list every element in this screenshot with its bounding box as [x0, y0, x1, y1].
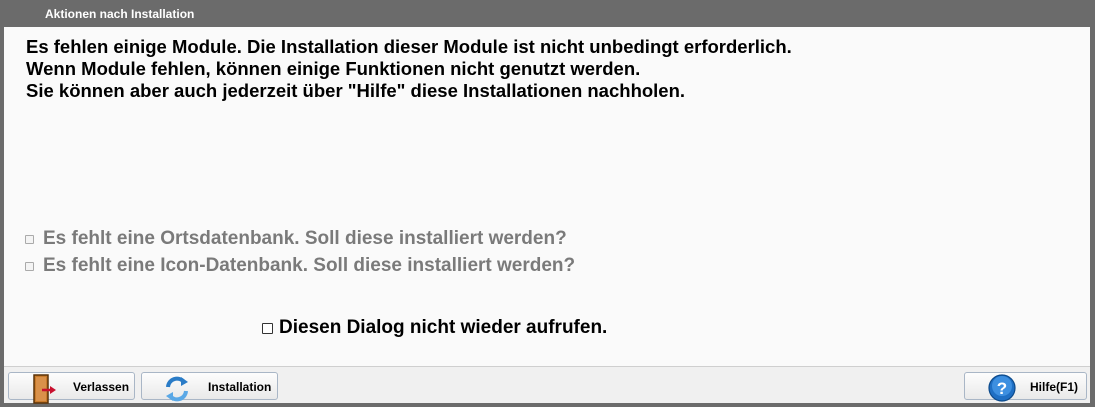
- ortsdatenbank-label: Es fehlt eine Ortsdatenbank. Soll diese …: [43, 228, 567, 249]
- message-line-3: Sie können aber auch jederzeit über "Hil…: [26, 80, 686, 101]
- message-line-2: Wenn Module fehlen, können einige Funkti…: [26, 58, 641, 79]
- install-button-label: Installation: [208, 380, 272, 394]
- svg-text:?: ?: [997, 379, 1007, 398]
- help-button-label: Hilfe(F1): [1030, 380, 1078, 394]
- option-icondatenbank: Es fehlt eine Icon-Datenbank. Soll diese…: [25, 255, 575, 277]
- option-dont-show-again[interactable]: Diesen Dialog nicht wieder aufrufen.: [262, 317, 607, 339]
- dont-show-again-checkbox[interactable]: [262, 322, 273, 334]
- install-button[interactable]: Installation: [141, 372, 278, 402]
- info-message: Es fehlen einige Module. Die Installatio…: [26, 36, 792, 102]
- button-bar: Verlassen Installation ? Hilfe(F1): [4, 366, 1090, 404]
- exit-button-label: Verlassen: [73, 380, 130, 394]
- exit-button[interactable]: Verlassen: [8, 372, 135, 404]
- title-bar: Aktionen nach Installation: [0, 0, 1095, 27]
- message-line-1: Es fehlen einige Module. Die Installatio…: [26, 36, 792, 57]
- help-question-icon: ?: [987, 374, 1017, 407]
- icondatenbank-checkbox: [25, 261, 34, 271]
- ortsdatenbank-checkbox: [25, 234, 34, 244]
- refresh-icon: [162, 374, 192, 407]
- dont-show-again-label[interactable]: Diesen Dialog nicht wieder aufrufen.: [279, 317, 607, 339]
- help-button[interactable]: ? Hilfe(F1): [964, 372, 1087, 402]
- window-title: Aktionen nach Installation: [45, 7, 195, 21]
- dialog-content: Es fehlen einige Module. Die Installatio…: [4, 27, 1090, 366]
- door-exit-icon: [31, 374, 59, 407]
- icondatenbank-label: Es fehlt eine Icon-Datenbank. Soll diese…: [43, 255, 576, 276]
- option-ortsdatenbank: Es fehlt eine Ortsdatenbank. Soll diese …: [25, 228, 567, 250]
